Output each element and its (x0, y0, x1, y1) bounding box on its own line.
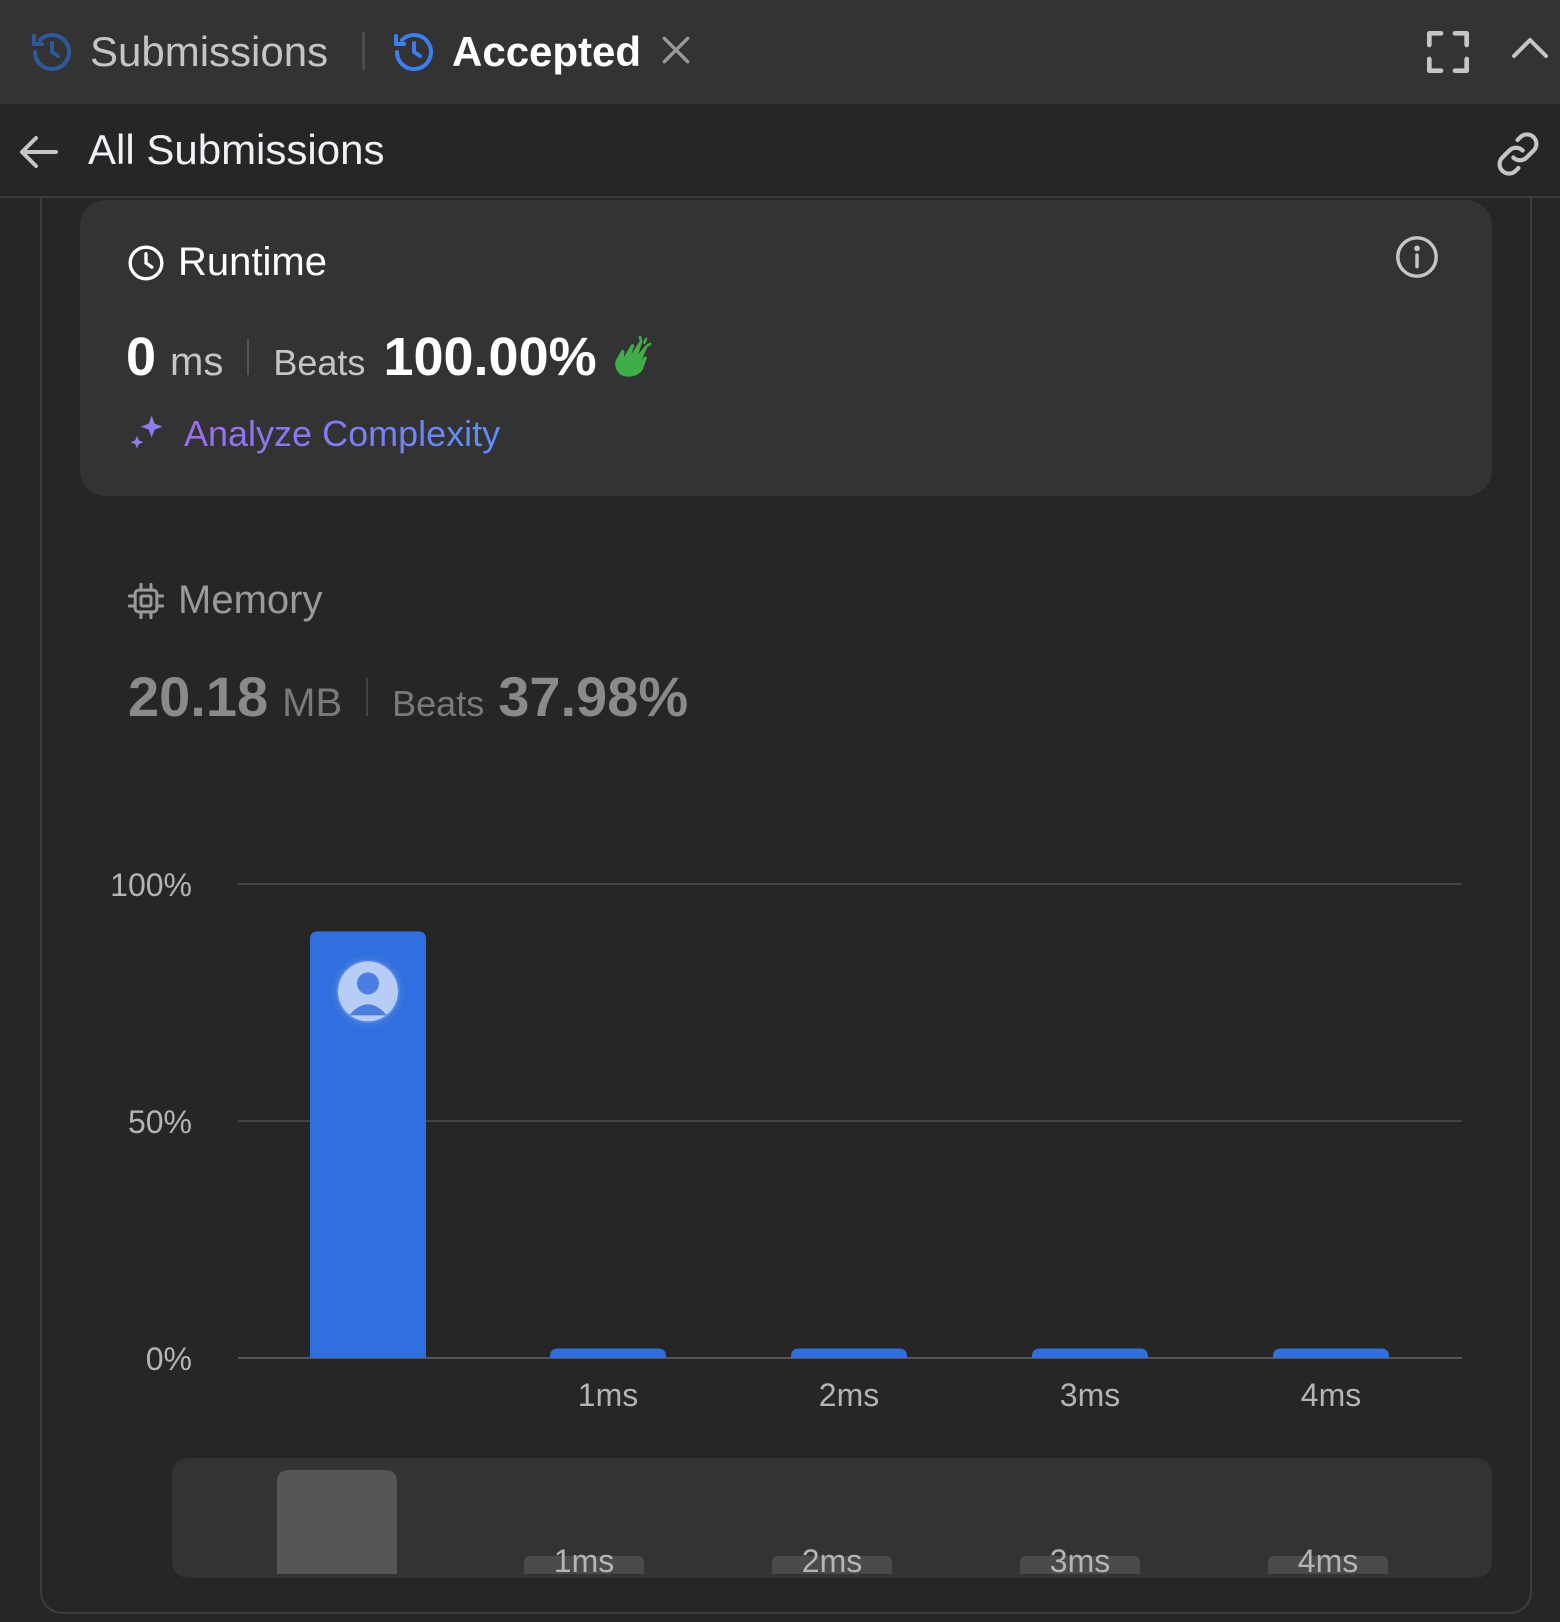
chart-bar[interactable] (791, 1348, 907, 1358)
user-avatar-icon (357, 972, 379, 995)
overview-bar (277, 1470, 397, 1574)
overview-tick-label: 1ms (554, 1543, 614, 1579)
x-tick-label: 4ms (1301, 1377, 1361, 1413)
y-tick-label: 50% (128, 1104, 192, 1140)
overview-tick-label: 3ms (1050, 1543, 1110, 1579)
y-tick-label: 0% (146, 1341, 192, 1377)
chart-bar[interactable] (1273, 1348, 1389, 1358)
x-tick-label: 1ms (578, 1377, 638, 1413)
overview-tick-label: 4ms (1298, 1543, 1358, 1579)
x-tick-label: 2ms (819, 1377, 879, 1413)
chart-bar[interactable] (1032, 1348, 1148, 1358)
overview-tick-label: 2ms (802, 1543, 862, 1579)
chart-bar[interactable] (550, 1348, 666, 1358)
runtime-distribution-chart: 100% 50% 0% 1ms 2ms 3ms 4ms 1ms 2ms 3ms 4ms (110, 867, 1492, 1579)
y-tick-label: 100% (110, 867, 192, 903)
x-tick-label: 3ms (1060, 1377, 1120, 1413)
